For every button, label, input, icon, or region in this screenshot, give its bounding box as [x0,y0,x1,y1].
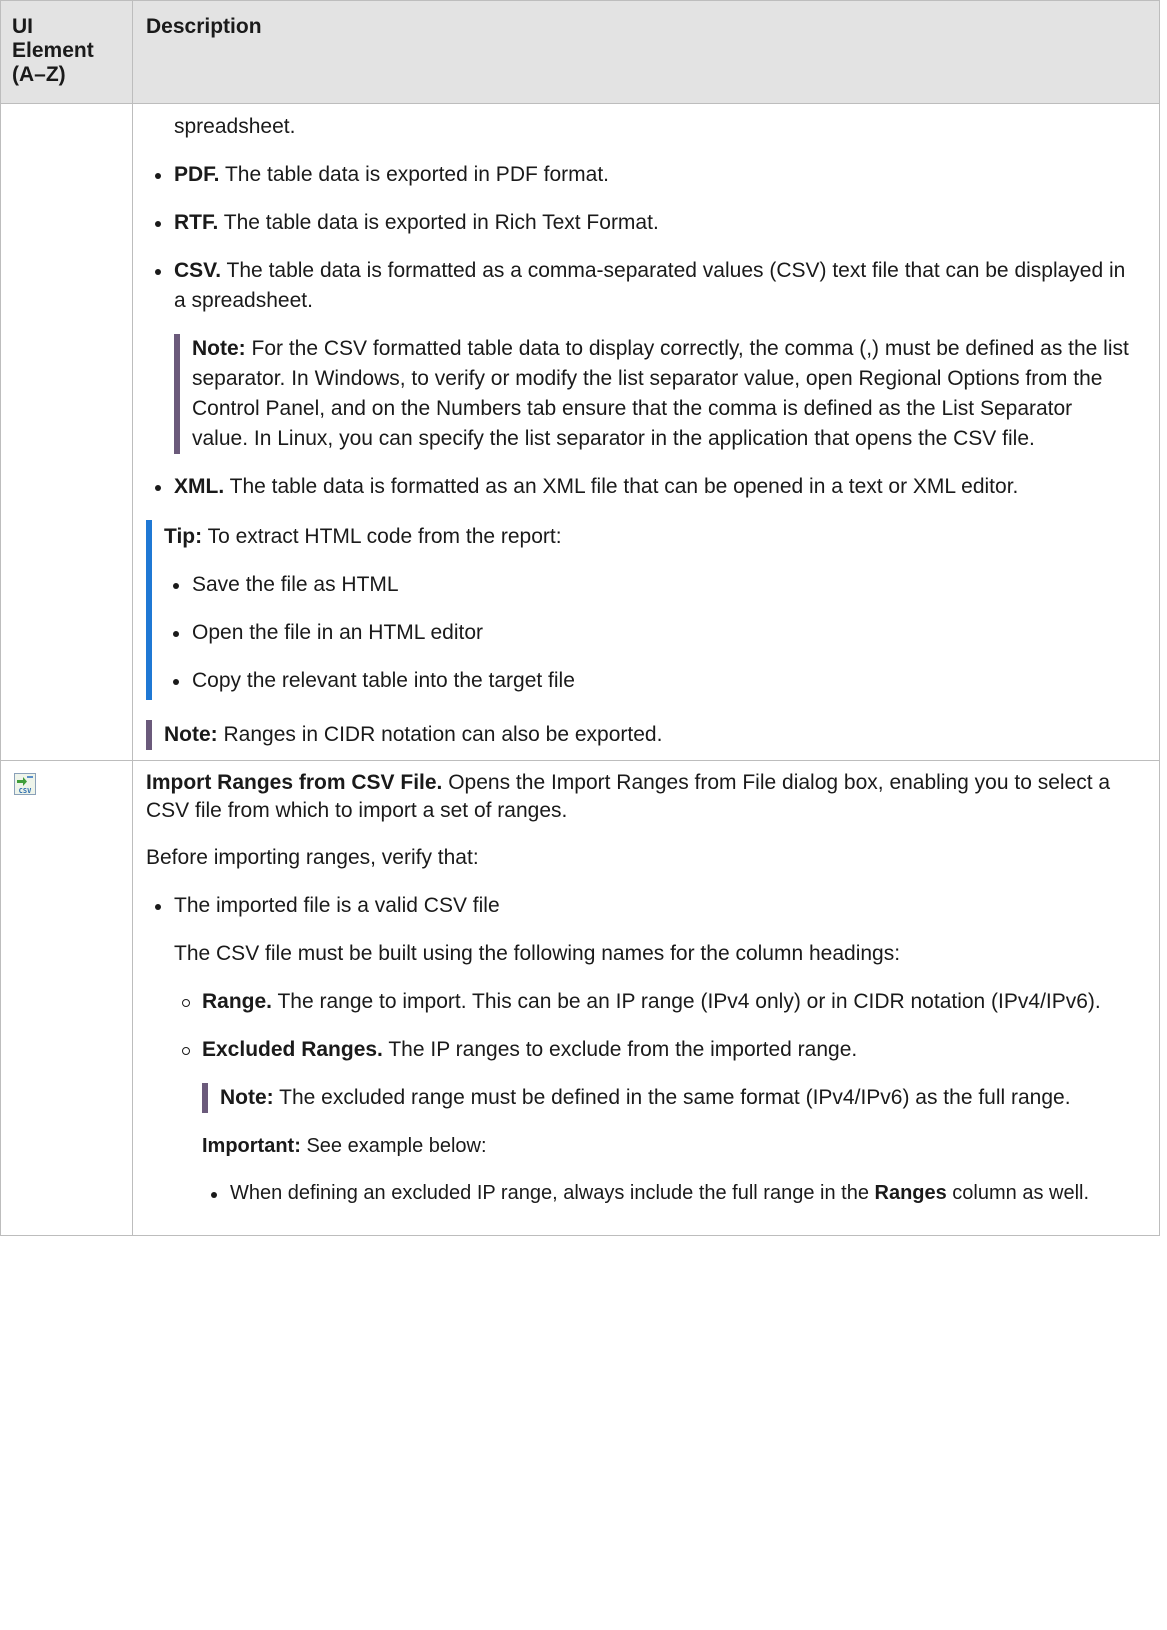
format-item-csv: CSV. The table data is formatted as a co… [146,256,1133,454]
important-body: See example below: [300,1135,487,1157]
header-ui-line3: (A–Z) [12,63,66,86]
column-headings-list: Range. The range to import. This can be … [174,987,1133,1207]
format-list: PDF. The table data is exported in PDF f… [146,160,1133,502]
tip-item: Copy the relevant table into the target … [164,666,1133,700]
column-label: Excluded Ranges. [202,1038,383,1061]
column-text: The IP ranges to exclude from the import… [382,1038,858,1061]
table-row: spreadsheet. PDF. The table data is expo… [0,103,1160,761]
tip-text: To extract HTML code from the report: [202,525,562,548]
note-text: The excluded range must be defined in th… [273,1086,1071,1109]
table-row: CSV Import Ranges from CSV File. Opens t… [0,760,1160,1236]
format-label: CSV. [174,259,222,282]
table-header-row: UI Element (A–Z) Description [0,0,1160,104]
column-label: Range. [202,990,273,1013]
verify-list: The imported file is a valid CSV file Th… [146,891,1133,1207]
row2-element-cell: CSV [0,760,133,1236]
tip-item: Save the file as HTML [164,570,1133,600]
important-label: Important: [202,1135,301,1157]
import-title: Import Ranges from CSV File. [146,771,443,794]
format-label: PDF. [174,163,220,186]
tip-list: Save the file as HTML Open the file in a… [164,570,1133,700]
column-heading-range: Range. The range to import. This can be … [174,987,1133,1017]
csv-note: Note: For the CSV formatted table data t… [174,334,1133,454]
header-ui-element: UI Element (A–Z) [0,0,133,104]
format-text: The table data is formatted as an XML fi… [224,475,1019,498]
excluded-note: Note: The excluded range must be defined… [202,1083,1133,1113]
verify-item: The imported file is a valid CSV file Th… [146,891,1133,1207]
example-item: When defining an excluded IP range, alwa… [202,1179,1133,1207]
note-text: For the CSV formatted table data to disp… [192,337,1129,450]
row1-element-cell [0,103,133,761]
format-item-rtf: RTF. The table data is exported in Rich … [146,208,1133,238]
headings-intro: The CSV file must be built using the fol… [174,942,901,965]
column-text: The range to import. This can be an IP r… [272,990,1101,1013]
continuation-text: spreadsheet. [174,115,296,138]
header-ui-line2: Element [12,39,94,62]
format-label: XML. [174,475,225,498]
format-item-pdf: PDF. The table data is exported in PDF f… [146,160,1133,190]
column-heading-excluded: Excluded Ranges. The IP ranges to exclud… [174,1035,1133,1207]
example-text-after: column as well. [946,1182,1090,1204]
svg-text:CSV: CSV [19,787,32,795]
example-list: When defining an excluded IP range, alwa… [202,1179,1133,1207]
format-label: RTF. [174,211,219,234]
format-text: The table data is formatted as a comma-s… [174,259,1126,312]
import-csv-icon[interactable]: CSV [14,773,36,795]
cidr-note: Note: Ranges in CIDR notation can also b… [146,720,1133,750]
tip-label: Tip: [164,525,203,548]
format-text: The table data is exported in Rich Text … [218,211,659,234]
tip-item: Open the file in an HTML editor [164,618,1133,648]
format-text: The table data is exported in PDF format… [219,163,609,186]
ui-elements-table: UI Element (A–Z) Description spreadsheet… [0,0,1160,1236]
import-description: Import Ranges from CSV File. Opens the I… [146,769,1133,825]
header-ui-line1: UI [12,15,33,38]
note-label: Note: [192,337,246,360]
example-text-before: When defining an excluded IP range, alwa… [230,1182,875,1204]
valid-csv-text: The imported file is a valid CSV file [174,894,500,917]
format-item-xml: XML. The table data is formatted as an X… [146,472,1133,502]
verify-intro: Before importing ranges, verify that: [146,846,479,869]
row2-description-cell: Import Ranges from CSV File. Opens the I… [132,760,1160,1236]
note-label: Note: [164,723,218,746]
important-text: Important: See example below: [202,1131,1133,1161]
tip-lead: Tip: To extract HTML code from the repor… [164,520,1133,552]
example-bold: Ranges [874,1182,947,1204]
note-label: Note: [220,1086,274,1109]
note-text: Ranges in CIDR notation can also be expo… [217,723,663,746]
row1-description-cell: spreadsheet. PDF. The table data is expo… [132,103,1160,761]
header-description: Description [132,0,1160,104]
tip-callout: Tip: To extract HTML code from the repor… [146,520,1133,700]
